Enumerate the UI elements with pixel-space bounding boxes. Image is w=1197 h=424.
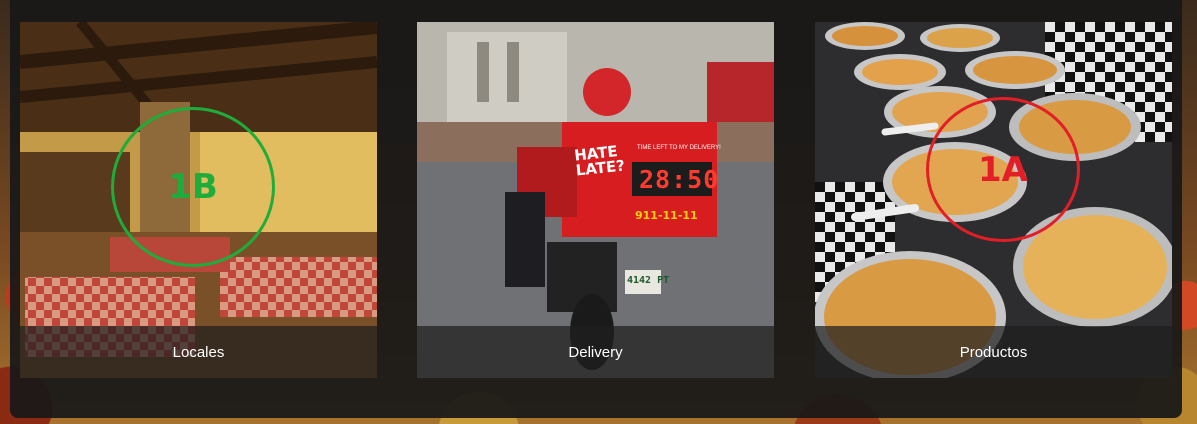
delivery-phone: 911-11-11 <box>635 209 698 222</box>
caption-text: Productos <box>959 343 1028 361</box>
card-caption: Delivery <box>417 326 774 378</box>
delivery-box-title: HATE LATE? <box>573 142 626 180</box>
caption-text: Delivery <box>568 343 623 361</box>
delivery-box-subtitle: TIME LEFT TO MY DELIVERY! <box>637 145 721 151</box>
delivery-photo <box>417 22 774 378</box>
card-locales[interactable]: 1B Locales <box>20 22 377 378</box>
card-delivery[interactable]: HATE LATE? TIME LEFT TO MY DELIVERY! 28:… <box>417 22 774 378</box>
license-plate: 4142 PT <box>627 275 670 286</box>
card-productos[interactable]: 1A Productos <box>815 22 1172 378</box>
annotation-circle-green: 1B <box>111 107 275 267</box>
delivery-timer: 28:50 <box>639 165 720 194</box>
card-caption: Productos <box>815 326 1172 378</box>
card-caption: Locales <box>20 326 377 378</box>
caption-text: Locales <box>172 343 225 361</box>
annotation-label: 1B <box>168 167 218 207</box>
annotation-circle-red: 1A <box>926 97 1080 242</box>
annotation-label: 1A <box>978 149 1028 190</box>
